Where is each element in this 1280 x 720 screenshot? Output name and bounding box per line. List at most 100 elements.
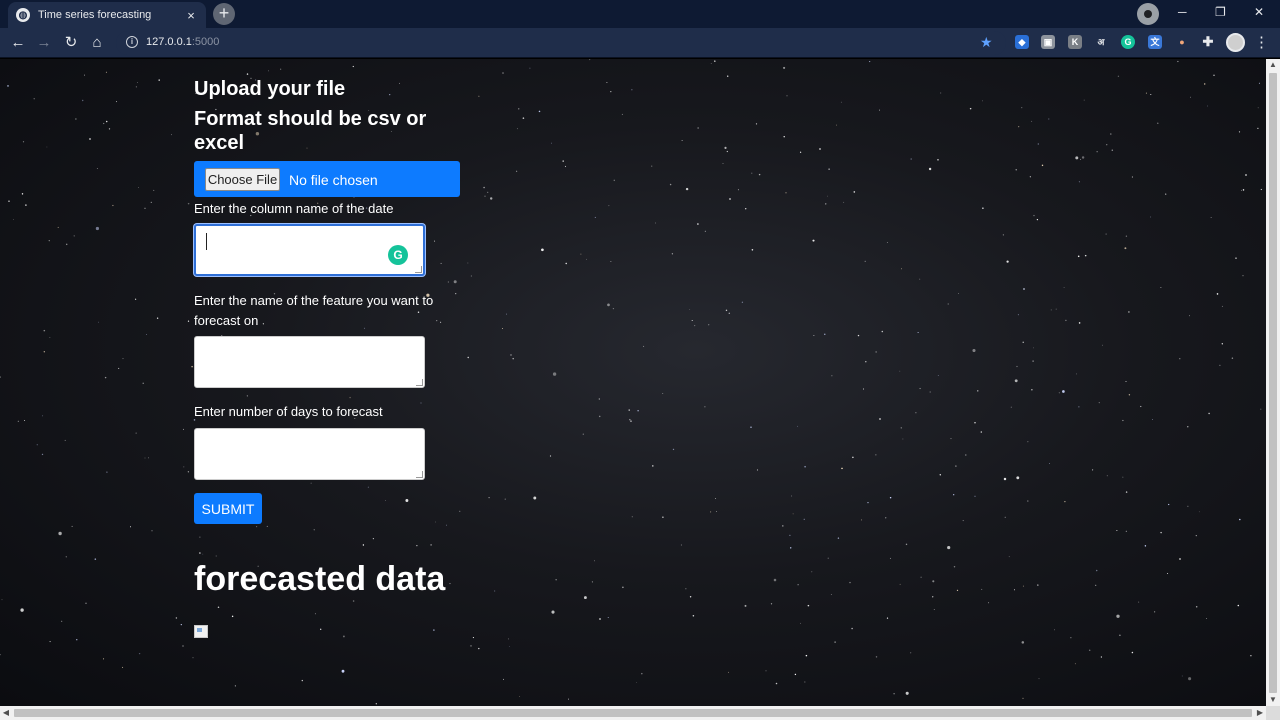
submit-button[interactable]: SUBMIT [194, 493, 262, 524]
resize-handle[interactable] [415, 266, 422, 273]
star-dot [1096, 151, 1098, 153]
star-dot [1257, 127, 1259, 130]
star-dot [105, 120, 108, 123]
star-dot [869, 61, 871, 63]
star-dot [1106, 144, 1108, 146]
resize-handle[interactable] [416, 379, 423, 386]
star-dot [783, 136, 785, 138]
star-dot [555, 579, 557, 581]
star-dot [455, 292, 457, 295]
kebab-menu-icon[interactable]: ⋮ [1254, 33, 1269, 51]
star-dot [41, 453, 44, 456]
star-dot [755, 123, 758, 125]
star-dot [1037, 584, 1039, 586]
star-dot [1075, 156, 1079, 160]
address-bar[interactable]: i 127.0.0.1:5000 ★ [116, 31, 1006, 55]
site-info-icon[interactable]: i [126, 36, 138, 48]
star-dot [982, 100, 983, 102]
star-dot [879, 109, 881, 111]
star-dot [1131, 176, 1133, 178]
star-dot [1128, 394, 1131, 396]
star-dot [1203, 83, 1206, 85]
star-dot [770, 603, 773, 605]
k-extension-icon[interactable]: K [1068, 35, 1082, 49]
minimize-button[interactable]: ─ [1178, 5, 1187, 19]
tab-active[interactable]: ◍ Time series forecasting × [8, 2, 206, 28]
camera-extension-icon[interactable]: ▣ [1041, 35, 1055, 49]
home-button[interactable]: ⌂ [87, 33, 107, 53]
star-dot [741, 301, 744, 303]
star-dot [1006, 260, 1009, 263]
reload-button[interactable]: ↻ [61, 33, 81, 53]
tab-close-icon[interactable]: × [184, 8, 198, 23]
horizontal-scrollbar[interactable]: ◀ ▶ [0, 706, 1266, 720]
star-dot [622, 586, 624, 589]
star-dot [851, 627, 853, 630]
vertical-scroll-thumb[interactable] [1269, 73, 1277, 693]
star-dot [153, 189, 155, 191]
star-dot [751, 172, 753, 174]
star-dot [899, 583, 901, 585]
star-dot [105, 71, 107, 73]
star-dot [1033, 347, 1034, 349]
star-dot [1221, 343, 1223, 345]
star-dot [1128, 311, 1130, 313]
translate-extension-icon[interactable]: 文 [1148, 35, 1162, 49]
star-dot [138, 187, 139, 188]
star-dot [786, 95, 788, 97]
star-dot [988, 602, 990, 604]
new-tab-button[interactable]: + [213, 3, 235, 25]
scroll-left-arrow[interactable]: ◀ [0, 706, 12, 720]
star-dot [1216, 293, 1219, 295]
gem-extension-icon[interactable]: ◆ [1015, 35, 1029, 49]
resize-handle[interactable] [416, 471, 423, 478]
star-dot [982, 207, 984, 209]
back-button[interactable]: ← [8, 33, 28, 53]
star-dot [49, 641, 51, 643]
star-dot [502, 72, 504, 74]
scroll-down-arrow[interactable]: ▼ [1266, 694, 1280, 706]
vertical-scrollbar[interactable]: ▲ ▼ [1266, 59, 1280, 706]
star-dot [956, 589, 959, 592]
url-text: 127.0.0.1:5000 [146, 36, 220, 48]
star-dot [459, 510, 461, 512]
close-window-button[interactable]: ✕ [1254, 5, 1264, 19]
star-dot [1016, 365, 1018, 368]
star-dot [843, 201, 845, 203]
hindi-extension-icon[interactable]: अ [1094, 35, 1108, 49]
star-dot [662, 516, 664, 518]
fox-extension-icon[interactable]: ● [1175, 35, 1189, 49]
horizontal-scroll-thumb[interactable] [14, 709, 1252, 717]
star-dot [567, 698, 570, 700]
star-dot [853, 191, 856, 193]
scroll-up-arrow[interactable]: ▲ [1266, 59, 1280, 71]
star-dot [58, 531, 62, 536]
star-dot [313, 529, 315, 531]
file-input[interactable]: Choose File No file chosen [194, 161, 460, 197]
browser-toolbar: ← → ↻ ⌂ i 127.0.0.1:5000 ★ ◆ ▣ K अ G 文 ●… [0, 28, 1280, 58]
star-dot [138, 652, 141, 655]
avatar[interactable] [1226, 33, 1245, 52]
maximize-button[interactable]: ❐ [1215, 5, 1226, 19]
puzzle-extensions-icon[interactable]: ✚ [1201, 35, 1215, 49]
star-dot [342, 635, 345, 638]
star-dot [341, 669, 345, 673]
star-dot [352, 65, 354, 68]
date-column-input[interactable]: G [194, 224, 425, 276]
bookmark-star-icon[interactable]: ★ [980, 34, 993, 51]
star-dot [446, 524, 447, 526]
days-input[interactable] [194, 428, 425, 480]
star-dot [1125, 491, 1128, 493]
forward-button[interactable]: → [34, 33, 54, 53]
star-dot [953, 565, 956, 568]
star-dot [841, 467, 843, 470]
grammarly-icon[interactable]: G [388, 245, 408, 265]
media-control-icon[interactable] [1137, 3, 1159, 25]
star-dot [96, 168, 98, 169]
star-dot [697, 223, 699, 225]
grammarly-extension-icon[interactable]: G [1121, 35, 1135, 49]
star-dot [1260, 188, 1262, 191]
scroll-right-arrow[interactable]: ▶ [1254, 706, 1266, 720]
choose-file-button[interactable]: Choose File [205, 168, 280, 191]
feature-input[interactable] [194, 336, 425, 388]
